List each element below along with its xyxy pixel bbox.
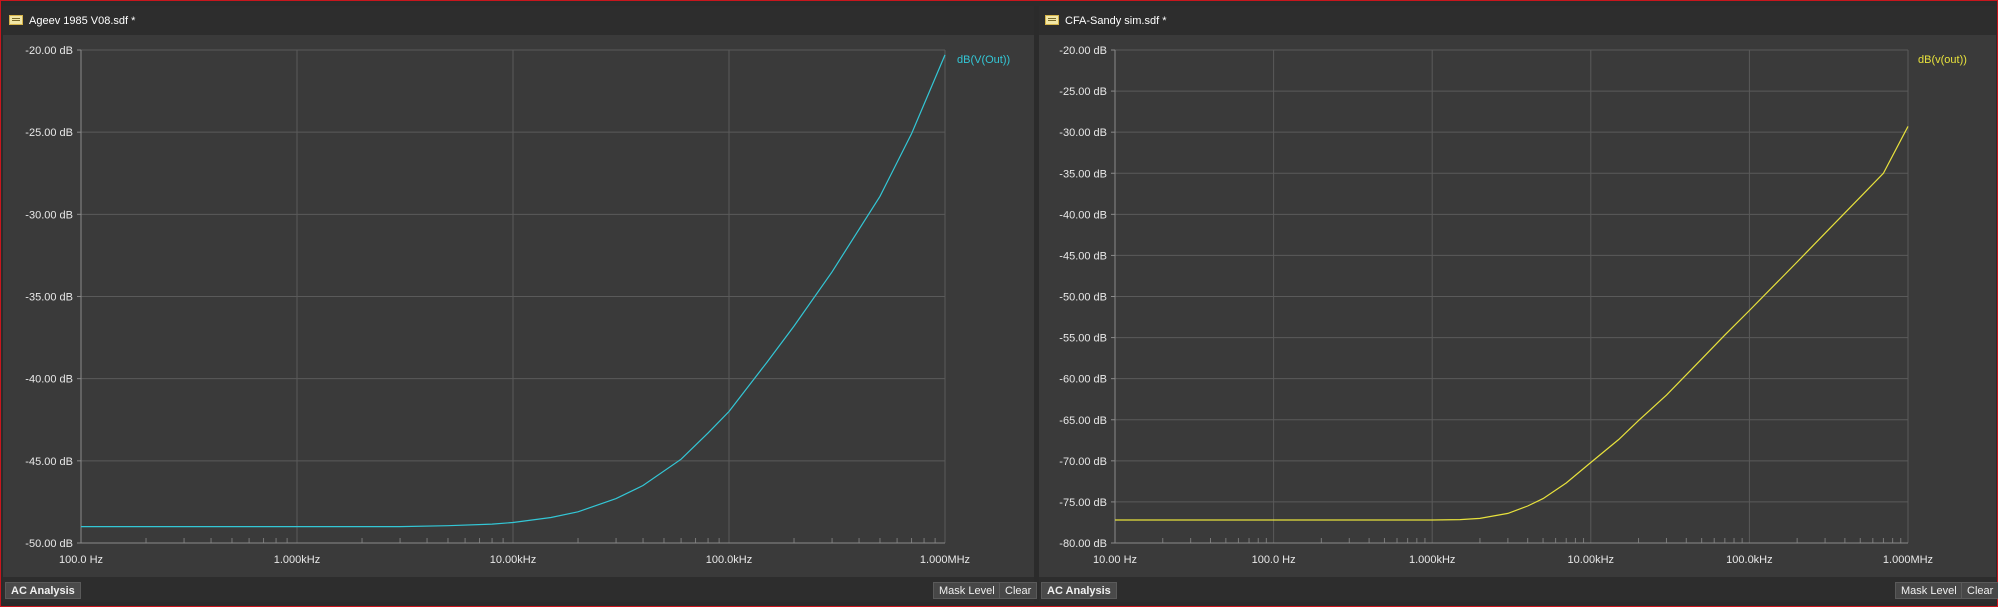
x-tick-label: 100.0 Hz [59,554,103,566]
y-tick-label: -70.00 dB [1059,456,1107,468]
x-tick-label: 1.000kHz [274,554,320,566]
y-tick-label: -40.00 dB [25,374,73,386]
y-tick-label: -25.00 dB [1059,86,1107,98]
ac-analysis-tab[interactable]: AC Analysis [5,582,81,599]
document-tab-right[interactable]: CFA-Sandy sim.sdf * [1039,6,1996,35]
y-tick-label: -65.00 dB [1059,415,1107,427]
x-tick-label: 10.00kHz [490,554,536,566]
y-tick-label: -30.00 dB [25,209,73,221]
x-tick-label: 100.0kHz [706,554,752,566]
document-tab-title: CFA-Sandy sim.sdf * [1065,15,1167,27]
waveform-plot-right[interactable]: -20.00 dB -25.00 dB -30.00 dB -35.00 dB -40.… [1039,35,1996,577]
document-tab-title: Ageev 1985 V08.sdf * [29,15,136,27]
status-bar-left: AC Analysis Mask Level Clear [3,577,1038,602]
x-tick-label: 1.000MHz [1883,554,1933,566]
x-tick-label: 10.00 Hz [1093,554,1137,566]
document-icon [1045,15,1059,25]
waveform-panel-left: Ageev 1985 V08.sdf * -20.00 dB -25.00 dB -… [3,6,1038,602]
x-tick-label: 100.0 Hz [1252,554,1296,566]
mask-level-button[interactable]: Mask Level [1895,582,1963,599]
y-tick-label: -45.00 dB [25,456,73,468]
status-bar-right: AC Analysis Mask Level Clear [1039,577,1998,602]
y-tick-label: -35.00 dB [1059,168,1107,180]
legend-entry: dB(V(Out)) [957,54,1010,66]
y-tick-label: -20.00 dB [25,45,73,57]
y-tick-label: -55.00 dB [1059,333,1107,345]
ac-analysis-tab[interactable]: AC Analysis [1041,582,1117,599]
x-tick-label: 1.000MHz [920,554,970,566]
window-frame: Ageev 1985 V08.sdf * -20.00 dB -25.00 dB -… [0,0,1998,607]
x-tick-label: 100.0kHz [1726,554,1772,566]
y-tick-label: -50.00 dB [1059,292,1107,304]
y-tick-label: -40.00 dB [1059,209,1107,221]
document-icon [9,15,23,25]
waveform-plot-left[interactable]: -20.00 dB -25.00 dB -30.00 dB -35.00 dB -40.… [3,35,1034,577]
mask-level-button[interactable]: Mask Level [933,582,1001,599]
y-tick-label: -75.00 dB [1059,497,1107,509]
y-tick-label: -20.00 dB [1059,45,1107,57]
y-tick-label: -30.00 dB [1059,127,1107,139]
waveform-panel-right: CFA-Sandy sim.sdf * -20.00 dB -25.00 dB -3… [1039,6,1998,602]
clear-button[interactable]: Clear [999,582,1038,599]
x-tick-label: 1.000kHz [1409,554,1455,566]
y-tick-label: -60.00 dB [1059,374,1107,386]
y-tick-label: -50.00 dB [25,538,73,550]
document-tab-left[interactable]: Ageev 1985 V08.sdf * [3,6,1034,35]
y-tick-label: -80.00 dB [1059,538,1107,550]
legend-entry: dB(v(out)) [1918,54,1967,66]
y-tick-label: -25.00 dB [25,127,73,139]
y-tick-label: -35.00 dB [25,292,73,304]
x-tick-label: 10.00kHz [1568,554,1614,566]
clear-button[interactable]: Clear [1961,582,1998,599]
y-tick-label: -45.00 dB [1059,250,1107,262]
